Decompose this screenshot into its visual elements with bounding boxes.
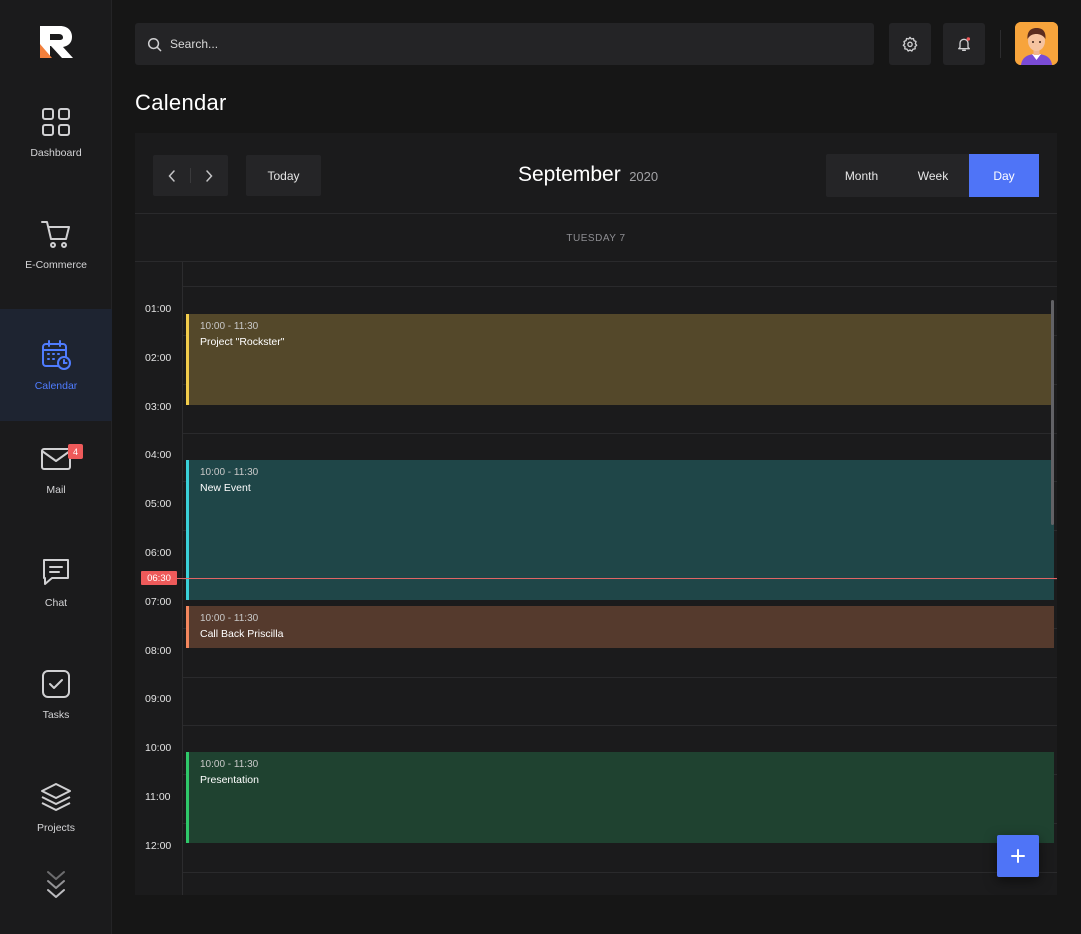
today-button[interactable]: Today (246, 155, 321, 196)
sidebar-item-label: Calendar (34, 380, 78, 392)
hour-gridline (183, 676, 1057, 678)
month-year: 2020 (629, 169, 659, 184)
hour-row: 07:00 (135, 578, 1057, 608)
search-bar[interactable] (135, 23, 874, 65)
chevron-left-icon (168, 169, 175, 182)
gear-icon (902, 36, 918, 52)
hour-row (135, 871, 1057, 897)
sidebar-item-label: Tasks (42, 709, 70, 721)
hour-gridline (183, 286, 1057, 288)
view-switcher: Month Week Day (826, 154, 1039, 197)
hour-gridline (183, 725, 1057, 727)
hour-label: 05:00 (145, 498, 172, 511)
avatar[interactable] (1015, 22, 1058, 65)
sidebar-item-mail[interactable]: Mail (0, 413, 112, 525)
month-name: September (518, 163, 621, 186)
hour-label: 10:00 (145, 742, 172, 755)
hour-row: 08:00 (135, 627, 1057, 657)
calendar-event[interactable]: 10:00 - 11:30 Presentation (186, 752, 1054, 843)
view-week-button[interactable]: Week (897, 154, 969, 197)
sidebar-item-label: Chat (44, 597, 68, 609)
sidebar-item-projects[interactable]: Projects (0, 751, 112, 863)
hour-row: 03:00 (135, 383, 1057, 413)
calendar-event[interactable]: 10:00 - 11:30 Call Back Priscilla (186, 606, 1054, 648)
hour-label: 02:00 (145, 351, 172, 364)
sidebar-item-calendar[interactable]: Calendar (0, 309, 112, 421)
notifications-button[interactable] (943, 23, 985, 65)
add-event-button[interactable] (997, 835, 1039, 877)
chevron-right-icon (206, 169, 213, 182)
event-time: 10:00 - 11:30 (200, 321, 259, 332)
hour-row: 04:00 (135, 432, 1057, 461)
nav-separator (190, 168, 191, 183)
sidebar-item-label: E-Commerce (25, 259, 87, 271)
hour-label: 03:00 (145, 400, 172, 413)
sidebar-item-tasks[interactable]: Tasks (0, 638, 112, 750)
hour-label: 07:00 (145, 595, 172, 608)
hour-label: 11:00 (145, 791, 171, 803)
next-button[interactable] (191, 155, 229, 196)
event-title: Presentation (200, 774, 259, 786)
bell-icon (958, 37, 971, 51)
search-input[interactable] (170, 37, 770, 51)
event-title: Project "Rockster" (200, 336, 285, 348)
hour-label: 01:00 (145, 303, 172, 315)
calendar-icon (39, 338, 73, 372)
date-navigation (153, 155, 228, 196)
checkbox-icon (39, 667, 73, 701)
mail-badge: 4 (68, 444, 83, 459)
plus-icon (1011, 849, 1025, 863)
hour-label: 04:00 (145, 449, 172, 462)
hour-row: 09:00 (135, 676, 1057, 705)
sidebar-item-dashboard[interactable]: Dashboard (0, 76, 112, 188)
brand-logo[interactable] (38, 24, 74, 60)
sidebar-item-chat[interactable]: Chat (0, 526, 112, 638)
page-title: Calendar (135, 90, 227, 115)
view-month-button[interactable]: Month (826, 154, 897, 197)
sidebar-item-label: Projects (37, 822, 75, 834)
hour-gridline (183, 871, 1057, 873)
sidebar-item-ecommerce[interactable]: E-Commerce (0, 188, 112, 300)
calendar-event[interactable]: 10:00 - 11:30 New Event (186, 460, 1054, 600)
chevrons-down-icon[interactable] (44, 868, 68, 904)
grid-icon (39, 105, 73, 139)
layers-icon (39, 780, 73, 814)
month-title: September 2020 (518, 163, 658, 187)
search-icon (147, 37, 162, 51)
event-title: Call Back Priscilla (200, 628, 284, 640)
current-time-label: 06:30 (141, 571, 177, 585)
chat-icon (39, 555, 73, 589)
prev-button[interactable] (153, 155, 191, 196)
event-time: 10:00 - 11:30 (200, 613, 259, 624)
sidebar: Dashboard E-Commerce Calendar Mail 4 Cha… (0, 0, 112, 934)
day-header-divider (135, 261, 1057, 262)
day-header: TUESDAY 7 (566, 232, 626, 244)
user-avatar-icon (1015, 22, 1058, 65)
calendar-event[interactable]: 10:00 - 11:30 Project "Rockster" (186, 314, 1054, 405)
hour-row: 12:00 (135, 822, 1057, 852)
hour-row: 01:00 (135, 286, 1057, 315)
event-title: New Event (200, 482, 251, 494)
hour-label: 08:00 (145, 644, 172, 657)
hour-label: 12:00 (145, 839, 172, 852)
view-day-button[interactable]: Day (969, 154, 1039, 197)
sidebar-item-label: Dashboard (30, 147, 82, 159)
current-time-line (175, 578, 1057, 579)
hour-label: 06:00 (145, 547, 172, 559)
cart-icon (39, 217, 73, 251)
hour-row: 10:00 (135, 725, 1057, 754)
topbar-divider (1000, 30, 1001, 58)
hour-label: 09:00 (145, 693, 172, 706)
settings-button[interactable] (889, 23, 931, 65)
calendar-panel: Today September 2020 Month Week Day TUES… (135, 133, 1057, 895)
hour-gridline (183, 432, 1057, 434)
scrollbar[interactable] (1051, 300, 1054, 525)
sidebar-item-label: Mail (46, 484, 66, 496)
event-time: 10:00 - 11:30 (200, 467, 259, 478)
event-time: 10:00 - 11:30 (200, 759, 259, 770)
